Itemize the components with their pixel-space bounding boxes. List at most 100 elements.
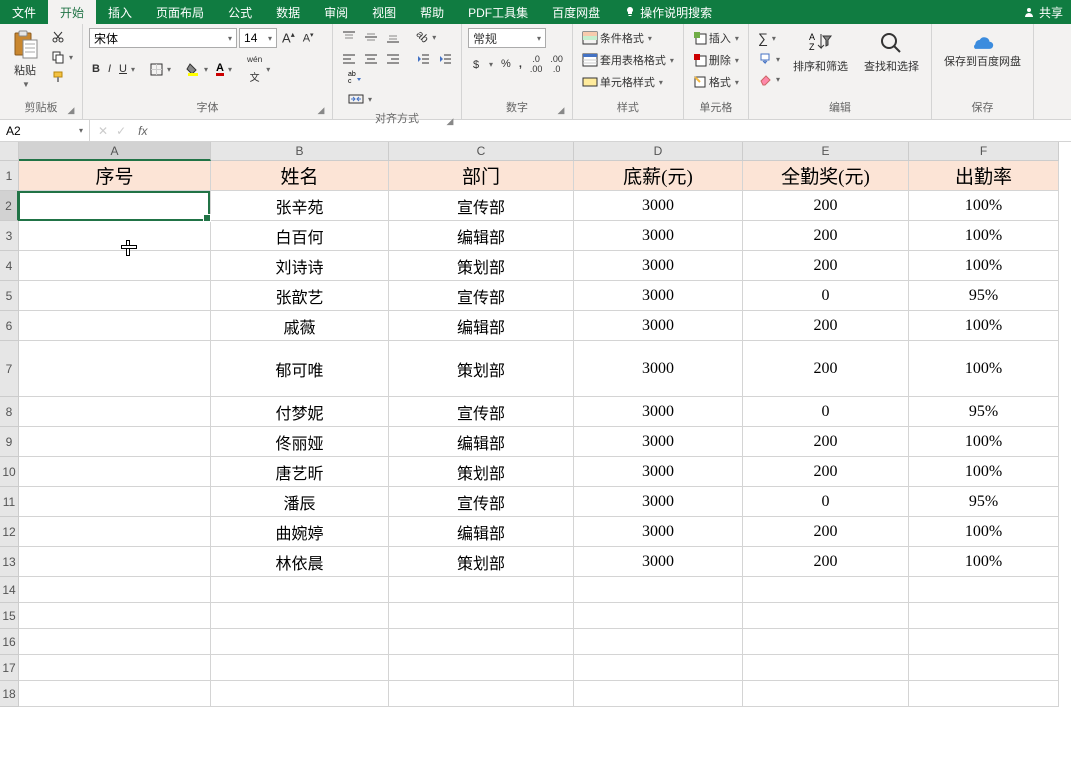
cell[interactable] <box>211 681 389 707</box>
orientation-button[interactable]: ab▾ <box>413 29 439 45</box>
cell[interactable] <box>19 487 211 517</box>
fill-color-button[interactable]: ▾ <box>183 60 211 78</box>
row-header-4[interactable]: 4 <box>0 251 19 281</box>
cell[interactable]: 200 <box>743 547 909 577</box>
fill-button[interactable]: ▾ <box>755 50 783 68</box>
conditional-format-button[interactable]: 条件格式▾ <box>579 28 677 48</box>
cell[interactable]: 白百何 <box>211 221 389 251</box>
cell[interactable]: 100% <box>909 251 1059 281</box>
name-box-input[interactable] <box>6 124 77 138</box>
cell[interactable]: 0 <box>743 281 909 311</box>
font-name-input[interactable] <box>94 31 226 45</box>
cell[interactable]: 宣传部 <box>389 191 574 221</box>
cell[interactable] <box>574 603 743 629</box>
cell[interactable]: 200 <box>743 517 909 547</box>
cell[interactable] <box>909 577 1059 603</box>
cell[interactable]: 宣传部 <box>389 487 574 517</box>
wrap-text-button[interactable]: abc <box>345 68 375 86</box>
header-cell[interactable]: 出勤率 <box>909 161 1059 191</box>
cell[interactable]: 3000 <box>574 547 743 577</box>
row-header-2[interactable]: 2 <box>0 191 19 221</box>
row-header-6[interactable]: 6 <box>0 311 19 341</box>
font-color-button[interactable]: A▾ <box>213 61 235 78</box>
align-right-button[interactable] <box>383 50 403 68</box>
cell[interactable]: 3000 <box>574 311 743 341</box>
cell[interactable]: 佟丽娅 <box>211 427 389 457</box>
cell[interactable]: 潘辰 <box>211 487 389 517</box>
row-header-9[interactable]: 9 <box>0 427 19 457</box>
cell[interactable]: 3000 <box>574 281 743 311</box>
cell[interactable]: 策划部 <box>389 341 574 397</box>
cell[interactable] <box>909 681 1059 707</box>
cell[interactable]: 0 <box>743 487 909 517</box>
cell[interactable]: 编辑部 <box>389 427 574 457</box>
cell[interactable] <box>743 655 909 681</box>
percent-button[interactable]: % <box>498 56 514 72</box>
cell[interactable]: 策划部 <box>389 547 574 577</box>
cell[interactable]: 3000 <box>574 427 743 457</box>
row-header-14[interactable]: 14 <box>0 577 19 603</box>
row-header-7[interactable]: 7 <box>0 341 19 397</box>
cell[interactable]: 宣传部 <box>389 281 574 311</box>
cell[interactable] <box>19 517 211 547</box>
cut-button[interactable] <box>48 28 76 46</box>
formula-input[interactable] <box>165 124 1065 138</box>
cell[interactable]: 策划部 <box>389 457 574 487</box>
format-as-table-button[interactable]: 套用表格格式▾ <box>579 50 677 70</box>
tell-me[interactable]: 操作说明搜索 <box>624 4 712 21</box>
cell[interactable] <box>19 397 211 427</box>
cell[interactable]: 3000 <box>574 517 743 547</box>
cell[interactable] <box>19 311 211 341</box>
cell[interactable]: 编辑部 <box>389 517 574 547</box>
cell[interactable]: 200 <box>743 191 909 221</box>
cell[interactable]: 0 <box>743 397 909 427</box>
cell[interactable] <box>19 221 211 251</box>
cell[interactable]: 200 <box>743 311 909 341</box>
cell[interactable] <box>211 629 389 655</box>
menu-tab-4[interactable]: 公式 <box>216 0 264 24</box>
font-size-input[interactable] <box>244 31 266 45</box>
increase-decimal-button[interactable]: .0.00 <box>527 52 546 76</box>
cell[interactable] <box>389 603 574 629</box>
cell[interactable]: 张辛苑 <box>211 191 389 221</box>
select-all-corner[interactable] <box>0 142 19 161</box>
cell[interactable] <box>211 655 389 681</box>
formula-bar[interactable] <box>159 122 1071 140</box>
cell[interactable]: 策划部 <box>389 251 574 281</box>
cell[interactable]: 3000 <box>574 221 743 251</box>
cell[interactable] <box>574 681 743 707</box>
fx-icon[interactable]: fx <box>134 124 151 138</box>
align-middle-button[interactable] <box>361 28 381 46</box>
cell[interactable]: 100% <box>909 547 1059 577</box>
cell[interactable]: 唐艺昕 <box>211 457 389 487</box>
cell[interactable] <box>19 251 211 281</box>
cell[interactable] <box>19 457 211 487</box>
borders-button[interactable]: ▾ <box>147 61 174 78</box>
cell[interactable] <box>743 681 909 707</box>
col-header-A[interactable]: A <box>19 142 211 161</box>
autosum-button[interactable]: ∑▾ <box>755 28 783 48</box>
cell[interactable]: 100% <box>909 341 1059 397</box>
align-left-button[interactable] <box>339 50 359 68</box>
cell[interactable]: 100% <box>909 191 1059 221</box>
cell[interactable]: 曲婉婷 <box>211 517 389 547</box>
col-header-E[interactable]: E <box>743 142 909 161</box>
cell[interactable] <box>211 577 389 603</box>
cell[interactable]: 200 <box>743 341 909 397</box>
cell[interactable]: 100% <box>909 457 1059 487</box>
cell-styles-button[interactable]: 单元格样式▾ <box>579 72 677 92</box>
row-header-17[interactable]: 17 <box>0 655 19 681</box>
decrease-indent-button[interactable] <box>413 50 433 68</box>
row-header-3[interactable]: 3 <box>0 221 19 251</box>
cell[interactable] <box>19 547 211 577</box>
dialog-launcher-icon[interactable]: ◢ <box>445 116 455 126</box>
cell[interactable] <box>389 629 574 655</box>
header-cell[interactable]: 姓名 <box>211 161 389 191</box>
menu-tab-0[interactable]: 文件 <box>0 0 48 24</box>
italic-button[interactable]: I <box>105 61 114 77</box>
cell[interactable] <box>574 577 743 603</box>
menu-tab-10[interactable]: 百度网盘 <box>540 0 612 24</box>
menu-tab-7[interactable]: 视图 <box>360 0 408 24</box>
paste-button[interactable]: 粘贴 ▼ <box>6 28 44 91</box>
row-header-13[interactable]: 13 <box>0 547 19 577</box>
